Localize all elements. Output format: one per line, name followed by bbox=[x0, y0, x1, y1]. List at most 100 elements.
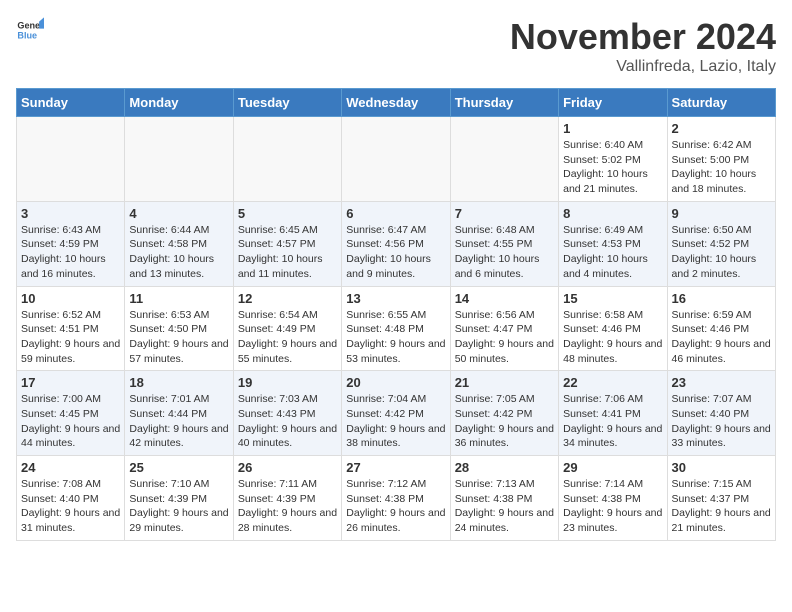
day-info: Sunrise: 7:10 AM Sunset: 4:39 PM Dayligh… bbox=[129, 477, 228, 536]
table-row: 8 Sunrise: 6:49 AM Sunset: 4:53 PM Daylig… bbox=[559, 201, 667, 286]
calendar-week-row: 17 Sunrise: 7:00 AM Sunset: 4:45 PM Dayli… bbox=[17, 371, 776, 456]
header-friday: Friday bbox=[559, 89, 667, 117]
table-row bbox=[450, 117, 558, 202]
day-info: Sunrise: 7:00 AM Sunset: 4:45 PM Dayligh… bbox=[21, 392, 120, 451]
table-row: 28 Sunrise: 7:13 AM Sunset: 4:38 PM Dayli… bbox=[450, 456, 558, 541]
day-number: 20 bbox=[346, 375, 445, 390]
header-saturday: Saturday bbox=[667, 89, 775, 117]
day-info: Sunrise: 7:13 AM Sunset: 4:38 PM Dayligh… bbox=[455, 477, 554, 536]
day-number: 16 bbox=[672, 291, 771, 306]
table-row: 29 Sunrise: 7:14 AM Sunset: 4:38 PM Dayli… bbox=[559, 456, 667, 541]
table-row: 15Sunrise: 6:58 AM Sunset: 4:46 PM Dayli… bbox=[559, 286, 667, 371]
month-title: November 2024 bbox=[510, 16, 776, 58]
day-number: 24 bbox=[21, 460, 120, 475]
day-number: 6 bbox=[346, 206, 445, 221]
day-number: 17 bbox=[21, 375, 120, 390]
day-number: 27 bbox=[346, 460, 445, 475]
header-tuesday: Tuesday bbox=[233, 89, 341, 117]
day-info: Sunrise: 7:04 AM Sunset: 4:42 PM Dayligh… bbox=[346, 392, 445, 451]
page-header: General Blue November 2024 Vallinfreda, … bbox=[16, 16, 776, 76]
day-info: Sunrise: 7:05 AM Sunset: 4:42 PM Dayligh… bbox=[455, 392, 554, 451]
table-row bbox=[233, 117, 341, 202]
title-block: November 2024 Vallinfreda, Lazio, Italy bbox=[510, 16, 776, 76]
day-info: Sunrise: 6:48 AM Sunset: 4:55 PM Dayligh… bbox=[455, 223, 554, 282]
calendar-week-row: 3 Sunrise: 6:43 AM Sunset: 4:59 PM Daylig… bbox=[17, 201, 776, 286]
table-row bbox=[125, 117, 233, 202]
day-number: 26 bbox=[238, 460, 337, 475]
day-info: Sunrise: 6:52 AM Sunset: 4:51 PM Dayligh… bbox=[21, 308, 120, 367]
day-info: Sunrise: 6:43 AM Sunset: 4:59 PM Dayligh… bbox=[21, 223, 120, 282]
day-info: Sunrise: 6:47 AM Sunset: 4:56 PM Dayligh… bbox=[346, 223, 445, 282]
calendar-week-row: 24Sunrise: 7:08 AM Sunset: 4:40 PM Dayli… bbox=[17, 456, 776, 541]
day-number: 30 bbox=[672, 460, 771, 475]
header-sunday: Sunday bbox=[17, 89, 125, 117]
day-number: 10 bbox=[21, 291, 120, 306]
location-subtitle: Vallinfreda, Lazio, Italy bbox=[510, 58, 776, 76]
day-info: Sunrise: 7:07 AM Sunset: 4:40 PM Dayligh… bbox=[672, 392, 771, 451]
day-info: Sunrise: 6:42 AM Sunset: 5:00 PM Dayligh… bbox=[672, 138, 771, 197]
day-number: 7 bbox=[455, 206, 554, 221]
table-row: 17 Sunrise: 7:00 AM Sunset: 4:45 PM Dayli… bbox=[17, 371, 125, 456]
day-info: Sunrise: 7:12 AM Sunset: 4:38 PM Dayligh… bbox=[346, 477, 445, 536]
day-number: 19 bbox=[238, 375, 337, 390]
table-row: 6 Sunrise: 6:47 AM Sunset: 4:56 PM Daylig… bbox=[342, 201, 450, 286]
day-number: 14 bbox=[455, 291, 554, 306]
table-row: 18 Sunrise: 7:01 AM Sunset: 4:44 PM Dayli… bbox=[125, 371, 233, 456]
day-info: Sunrise: 6:40 AM Sunset: 5:02 PM Dayligh… bbox=[563, 138, 662, 197]
day-info: Sunrise: 6:49 AM Sunset: 4:53 PM Dayligh… bbox=[563, 223, 662, 282]
day-number: 3 bbox=[21, 206, 120, 221]
day-info: Sunrise: 7:15 AM Sunset: 4:37 PM Dayligh… bbox=[672, 477, 771, 536]
table-row: 14 Sunrise: 6:56 AM Sunset: 4:47 PM Dayli… bbox=[450, 286, 558, 371]
svg-text:Blue: Blue bbox=[17, 30, 37, 40]
day-number: 4 bbox=[129, 206, 228, 221]
table-row: 22Sunrise: 7:06 AM Sunset: 4:41 PM Dayli… bbox=[559, 371, 667, 456]
header-monday: Monday bbox=[125, 89, 233, 117]
day-number: 18 bbox=[129, 375, 228, 390]
table-row: 11Sunrise: 6:53 AM Sunset: 4:50 PM Dayli… bbox=[125, 286, 233, 371]
calendar-header-row: Sunday Monday Tuesday Wednesday Thursday… bbox=[17, 89, 776, 117]
table-row: 2Sunrise: 6:42 AM Sunset: 5:00 PM Daylig… bbox=[667, 117, 775, 202]
calendar-table: Sunday Monday Tuesday Wednesday Thursday… bbox=[16, 88, 776, 541]
day-info: Sunrise: 6:58 AM Sunset: 4:46 PM Dayligh… bbox=[563, 308, 662, 367]
day-info: Sunrise: 6:59 AM Sunset: 4:46 PM Dayligh… bbox=[672, 308, 771, 367]
day-number: 13 bbox=[346, 291, 445, 306]
day-info: Sunrise: 7:14 AM Sunset: 4:38 PM Dayligh… bbox=[563, 477, 662, 536]
table-row: 7 Sunrise: 6:48 AM Sunset: 4:55 PM Daylig… bbox=[450, 201, 558, 286]
table-row: 1Sunrise: 6:40 AM Sunset: 5:02 PM Daylig… bbox=[559, 117, 667, 202]
day-number: 28 bbox=[455, 460, 554, 475]
day-info: Sunrise: 7:06 AM Sunset: 4:41 PM Dayligh… bbox=[563, 392, 662, 451]
day-number: 5 bbox=[238, 206, 337, 221]
day-info: Sunrise: 6:44 AM Sunset: 4:58 PM Dayligh… bbox=[129, 223, 228, 282]
table-row: 10 Sunrise: 6:52 AM Sunset: 4:51 PM Dayli… bbox=[17, 286, 125, 371]
calendar-week-row: 1Sunrise: 6:40 AM Sunset: 5:02 PM Daylig… bbox=[17, 117, 776, 202]
day-number: 23 bbox=[672, 375, 771, 390]
table-row: 5 Sunrise: 6:45 AM Sunset: 4:57 PM Daylig… bbox=[233, 201, 341, 286]
table-row: 3 Sunrise: 6:43 AM Sunset: 4:59 PM Daylig… bbox=[17, 201, 125, 286]
table-row: 26Sunrise: 7:11 AM Sunset: 4:39 PM Dayli… bbox=[233, 456, 341, 541]
table-row bbox=[342, 117, 450, 202]
header-wednesday: Wednesday bbox=[342, 89, 450, 117]
day-info: Sunrise: 6:53 AM Sunset: 4:50 PM Dayligh… bbox=[129, 308, 228, 367]
table-row: 9 Sunrise: 6:50 AM Sunset: 4:52 PM Daylig… bbox=[667, 201, 775, 286]
table-row: 23 Sunrise: 7:07 AM Sunset: 4:40 PM Dayli… bbox=[667, 371, 775, 456]
table-row: 25Sunrise: 7:10 AM Sunset: 4:39 PM Dayli… bbox=[125, 456, 233, 541]
day-number: 8 bbox=[563, 206, 662, 221]
header-thursday: Thursday bbox=[450, 89, 558, 117]
day-number: 29 bbox=[563, 460, 662, 475]
table-row: 4 Sunrise: 6:44 AM Sunset: 4:58 PM Daylig… bbox=[125, 201, 233, 286]
day-info: Sunrise: 6:56 AM Sunset: 4:47 PM Dayligh… bbox=[455, 308, 554, 367]
logo-icon: General Blue bbox=[16, 16, 44, 44]
table-row: 12Sunrise: 6:54 AM Sunset: 4:49 PM Dayli… bbox=[233, 286, 341, 371]
day-number: 9 bbox=[672, 206, 771, 221]
calendar-week-row: 10 Sunrise: 6:52 AM Sunset: 4:51 PM Dayli… bbox=[17, 286, 776, 371]
day-number: 21 bbox=[455, 375, 554, 390]
day-info: Sunrise: 7:01 AM Sunset: 4:44 PM Dayligh… bbox=[129, 392, 228, 451]
table-row: 16 Sunrise: 6:59 AM Sunset: 4:46 PM Dayli… bbox=[667, 286, 775, 371]
day-info: Sunrise: 6:50 AM Sunset: 4:52 PM Dayligh… bbox=[672, 223, 771, 282]
table-row: 21 Sunrise: 7:05 AM Sunset: 4:42 PM Dayli… bbox=[450, 371, 558, 456]
table-row: 20 Sunrise: 7:04 AM Sunset: 4:42 PM Dayli… bbox=[342, 371, 450, 456]
day-info: Sunrise: 6:54 AM Sunset: 4:49 PM Dayligh… bbox=[238, 308, 337, 367]
table-row: 13Sunrise: 6:55 AM Sunset: 4:48 PM Dayli… bbox=[342, 286, 450, 371]
day-info: Sunrise: 6:45 AM Sunset: 4:57 PM Dayligh… bbox=[238, 223, 337, 282]
table-row bbox=[17, 117, 125, 202]
